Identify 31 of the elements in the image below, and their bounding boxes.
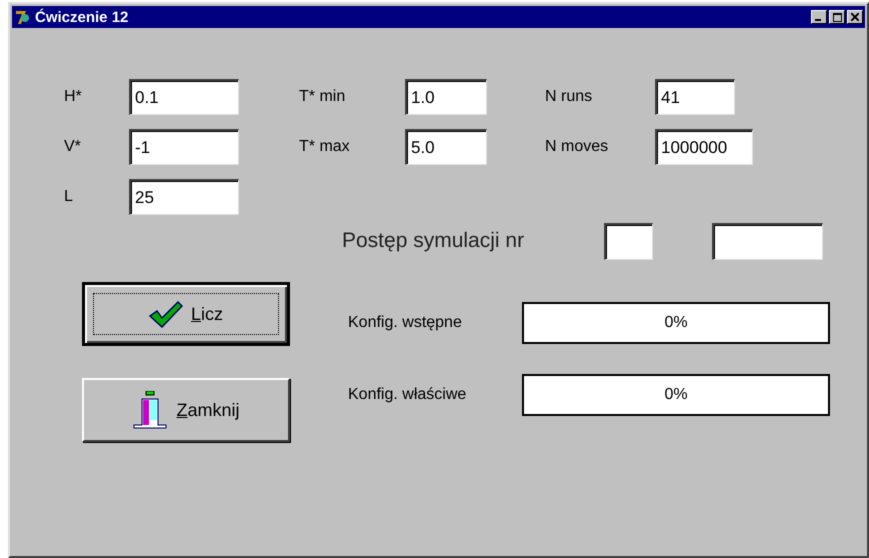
input-field[interactable]: 1000000 (655, 129, 753, 165)
input-field[interactable]: -1 (129, 129, 239, 165)
field-label: V* (64, 138, 82, 156)
door-icon (132, 391, 168, 429)
input-field[interactable]: 5.0 (405, 129, 487, 165)
progress-title: Postęp symulacji nr (342, 229, 526, 253)
compute-button[interactable]: Licz (82, 282, 290, 346)
progress-reading: 0% (663, 313, 689, 333)
progress-label: Konfig. właściwe (348, 386, 468, 404)
input-field[interactable]: 1.0 (405, 79, 487, 115)
field-label: T* max (299, 138, 351, 156)
field-label: N moves (545, 138, 610, 156)
input-field[interactable]: 41 (655, 79, 735, 115)
minimize-button[interactable] (811, 10, 827, 24)
field-label: T* min (299, 88, 346, 106)
app-icon (14, 9, 30, 25)
field-label: L (64, 188, 74, 206)
window-title: Ćwiczenie 12 (35, 8, 128, 26)
maximize-button[interactable] (829, 10, 845, 24)
field-label: H* (64, 88, 83, 106)
input-field[interactable]: 0.1 (129, 79, 239, 115)
progress-label: Konfig. wstępne (348, 314, 463, 332)
close-icon (851, 13, 859, 21)
progress-reading: 0% (663, 385, 689, 405)
close-button[interactable] (847, 10, 863, 24)
checkmark-icon (148, 300, 183, 328)
close-button[interactable]: Zamknij (82, 378, 290, 442)
maximize-icon (832, 12, 842, 22)
input-field[interactable]: 25 (129, 179, 239, 215)
field-label: N runs (545, 88, 594, 106)
run-number-field (604, 222, 653, 260)
